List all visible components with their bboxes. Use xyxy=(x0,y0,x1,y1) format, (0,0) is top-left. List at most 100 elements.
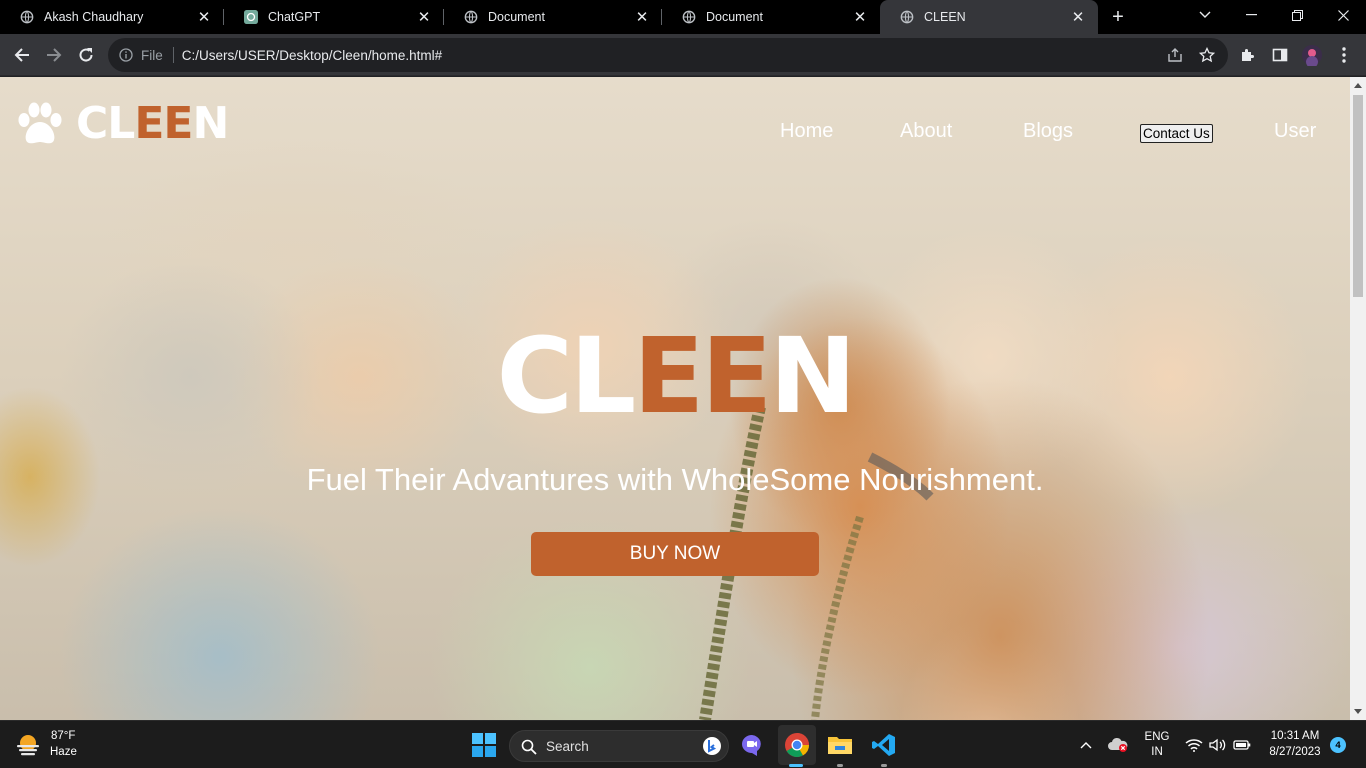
puzzle-icon xyxy=(1242,49,1254,61)
windows-logo-icon xyxy=(472,733,496,757)
folder-icon xyxy=(828,737,852,754)
onedrive-status[interactable] xyxy=(1106,735,1130,755)
kebab-menu-icon xyxy=(1342,47,1346,63)
address-bar[interactable]: File C:/Users/USER/Desktop/Cleen/home.ht… xyxy=(108,38,1228,72)
arrow-right-icon xyxy=(47,48,62,62)
scheme-label: File xyxy=(141,47,163,63)
restore-button[interactable] xyxy=(1274,0,1320,30)
volume-status[interactable] xyxy=(1208,735,1228,755)
close-icon xyxy=(1337,9,1349,21)
new-tab-button[interactable]: + xyxy=(1106,5,1130,29)
avatar xyxy=(1302,45,1322,66)
minimize-icon xyxy=(1245,14,1257,16)
browser-tab[interactable]: Document ✕ xyxy=(444,0,662,34)
bookmark-star-icon[interactable] xyxy=(1198,46,1216,64)
nav-link-home[interactable]: Home xyxy=(780,117,833,145)
battery-icon xyxy=(1233,740,1251,750)
close-tab-icon[interactable]: ✕ xyxy=(852,9,868,26)
page-viewport: CLEEN Home About Blogs User Contact Us C… xyxy=(0,77,1350,720)
tab-title: CLEEN xyxy=(924,10,966,24)
paw-icon xyxy=(18,102,62,144)
running-indicator xyxy=(837,764,843,767)
divider xyxy=(172,47,174,63)
scrollbar-thumb[interactable] xyxy=(1353,95,1363,297)
weather-condition: Haze xyxy=(50,746,77,758)
show-hidden-icons-button[interactable] xyxy=(1076,735,1096,755)
reload-button[interactable] xyxy=(72,41,100,69)
browser-tab[interactable]: Document ✕ xyxy=(662,0,880,34)
start-button[interactable] xyxy=(468,729,500,761)
chatgpt-icon xyxy=(244,10,258,24)
running-indicator xyxy=(789,764,803,767)
scroll-up-arrow-icon[interactable] xyxy=(1354,83,1362,88)
haze-weather-icon xyxy=(17,735,39,756)
buy-now-button[interactable]: BUY NOW xyxy=(531,532,819,576)
nav-link-about[interactable]: About xyxy=(900,117,952,145)
wifi-icon xyxy=(1185,739,1203,752)
browser-tab[interactable]: ChatGPT ✕ xyxy=(224,0,444,34)
taskbar-app-vscode[interactable] xyxy=(868,729,900,761)
notification-count-badge[interactable]: 4 xyxy=(1330,737,1346,753)
bing-icon[interactable] xyxy=(702,736,722,756)
restore-icon xyxy=(1291,9,1303,21)
side-panel-button[interactable] xyxy=(1266,41,1294,69)
chevron-up-icon xyxy=(1080,742,1092,749)
clock-time[interactable]: 10:31 AM xyxy=(1264,730,1326,742)
scroll-down-arrow-icon[interactable] xyxy=(1354,709,1362,714)
chevron-down-icon xyxy=(1199,11,1211,18)
taskbar-app-file-explorer[interactable] xyxy=(824,729,856,761)
cloud-error-icon xyxy=(1108,737,1128,752)
running-indicator xyxy=(881,764,887,767)
forward-button[interactable] xyxy=(40,41,68,69)
taskbar-app-chrome[interactable] xyxy=(778,725,816,765)
reload-icon xyxy=(79,48,93,62)
tab-title: Document xyxy=(488,10,545,24)
nav-link-blogs[interactable]: Blogs xyxy=(1023,117,1073,145)
hero-title: CLEEN xyxy=(496,315,857,437)
back-button[interactable] xyxy=(8,41,36,69)
chrome-menu-button[interactable] xyxy=(1330,41,1358,69)
share-icon[interactable] xyxy=(1166,46,1184,64)
globe-icon xyxy=(20,10,34,24)
speaker-icon xyxy=(1209,738,1226,752)
battery-status[interactable] xyxy=(1232,735,1252,755)
close-window-button[interactable] xyxy=(1320,0,1366,30)
browser-tab[interactable]: Akash Chaudhary ✕ xyxy=(0,0,224,34)
side-panel-icon xyxy=(1272,48,1288,62)
close-tab-icon[interactable]: ✕ xyxy=(1070,9,1086,26)
globe-icon xyxy=(900,10,914,24)
input-language[interactable]: ENG IN xyxy=(1141,730,1173,760)
globe-icon xyxy=(682,10,696,24)
tab-title: ChatGPT xyxy=(268,10,321,24)
nav-link-user[interactable]: User xyxy=(1274,117,1316,145)
search-label: Search xyxy=(546,739,589,754)
close-tab-icon[interactable]: ✕ xyxy=(196,9,212,26)
weather-temperature: 87°F xyxy=(51,730,76,742)
clock-date[interactable]: 8/27/2023 xyxy=(1264,746,1326,758)
url-text[interactable]: C:/Users/USER/Desktop/Cleen/home.html# xyxy=(182,48,442,63)
chrome-icon xyxy=(785,733,809,758)
taskbar-search-box[interactable]: Search xyxy=(509,730,729,762)
tab-title: Akash Chaudhary xyxy=(44,10,144,24)
browser-tab-strip: Akash Chaudhary ✕ ChatGPT ✕ Document ✕ D… xyxy=(0,0,1366,34)
arrow-left-icon xyxy=(14,48,29,62)
site-logo[interactable]: CLEEN xyxy=(16,98,229,149)
close-tab-icon[interactable]: ✕ xyxy=(416,9,432,26)
wifi-status[interactable] xyxy=(1184,735,1204,755)
contact-us-button[interactable]: Contact Us xyxy=(1140,124,1213,143)
search-icon xyxy=(521,739,537,755)
tab-search-button[interactable] xyxy=(1182,0,1228,30)
minimize-button[interactable] xyxy=(1228,0,1274,30)
profile-button[interactable] xyxy=(1298,41,1326,69)
logo-text: CLEEN xyxy=(76,98,229,149)
video-chat-icon xyxy=(742,735,761,756)
globe-icon xyxy=(464,10,478,24)
windows-taskbar: 87°F Haze Search ENG IN 10:31 AM 8/27/202… xyxy=(0,720,1366,768)
browser-tab-active[interactable]: CLEEN ✕ xyxy=(880,0,1098,34)
close-tab-icon[interactable]: ✕ xyxy=(634,9,650,26)
extensions-button[interactable] xyxy=(1234,41,1262,69)
taskbar-app-chat[interactable] xyxy=(736,729,768,761)
vscode-icon xyxy=(872,734,895,756)
page-scrollbar[interactable] xyxy=(1350,77,1366,720)
info-icon[interactable] xyxy=(119,48,133,62)
